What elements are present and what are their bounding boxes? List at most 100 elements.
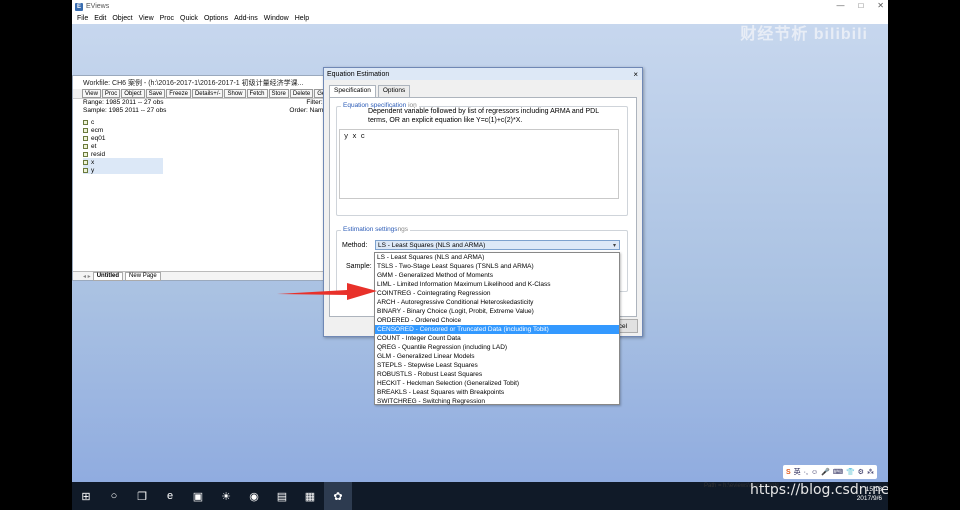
method-option-breakls[interactable]: BREAKLS - Least Squares with Breakpoints	[375, 388, 619, 397]
workfile-object-et[interactable]: et	[83, 142, 163, 150]
series-icon	[83, 135, 88, 141]
ime-tool-7-icon[interactable]: ⁂	[867, 468, 874, 476]
sogou-ime-icon[interactable]: S	[786, 469, 791, 476]
method-option-qreg[interactable]: QREG - Quantile Regression (including LA…	[375, 343, 619, 352]
ime-tool-1-icon[interactable]: ·,	[804, 469, 808, 476]
maximize-icon[interactable]: □	[858, 1, 863, 10]
workfile-object-x[interactable]: x	[83, 158, 163, 166]
page-tab-untitled[interactable]: Untitled	[92, 271, 124, 281]
method-select-value: LS - Least Squares (NLS and ARMA)	[378, 241, 486, 249]
toolbar-proc-button[interactable]: Proc	[101, 89, 121, 98]
app-icon-1[interactable]: ☀	[212, 482, 240, 510]
sample-text[interactable]: Sample: 1985 2011 -- 27 obs	[83, 107, 166, 115]
workfile-object-eq01[interactable]: eq01	[83, 134, 163, 142]
dialog-tabs: Specification Options	[324, 80, 642, 97]
file-explorer-icon[interactable]: ▤	[268, 482, 296, 510]
method-dropdown-list: LS - Least Squares (NLS and ARMA) TSLS - …	[374, 252, 620, 405]
method-option-arch[interactable]: ARCH - Autoregressive Conditional Hetero…	[375, 298, 619, 307]
method-option-count[interactable]: COUNT - Integer Count Data	[375, 334, 619, 343]
method-option-ordered[interactable]: ORDERED - Ordered Choice	[375, 316, 619, 325]
ime-tool-4-icon[interactable]: ⌨	[833, 468, 843, 476]
estimation-settings-label: Estimation settingsngs	[341, 226, 411, 233]
ime-tool-6-icon[interactable]: ⚙	[858, 468, 864, 476]
ime-tool-3-icon[interactable]: 🎤	[821, 468, 830, 476]
tab-specification[interactable]: Specification	[329, 85, 376, 97]
method-option-cointreg[interactable]: COINTREG - Cointegrating Regression	[375, 289, 619, 298]
bilibili-watermark: 财经节析 bilibili	[740, 26, 868, 43]
toolbar-object-button[interactable]: Object	[121, 89, 145, 98]
object-name: resid	[91, 150, 106, 158]
windows-start-icon[interactable]: ⊞	[72, 482, 100, 510]
workfile-object-y[interactable]: y	[83, 166, 163, 174]
menu-view[interactable]: View	[136, 15, 157, 22]
menu-window[interactable]: Window	[261, 15, 292, 22]
screen: E EViews — □ ✕ File Edit Object View Proc Qui…	[72, 0, 888, 510]
window-controls: — □ ✕	[836, 1, 884, 10]
toolbar-show-button[interactable]: Show	[224, 89, 246, 98]
workfile-title-bar[interactable]: Workfile: CH6 案例 - (h:\2016-2017-1\2016-…	[73, 76, 331, 89]
menu-quick[interactable]: Quick	[177, 15, 201, 22]
workfile-object-resid[interactable]: resid	[83, 150, 163, 158]
menu-file[interactable]: File	[74, 15, 91, 22]
ime-tool-0-icon[interactable]: 英	[794, 467, 801, 477]
ime-tool-5-icon[interactable]: 👕	[846, 468, 855, 476]
minimize-icon[interactable]: —	[836, 1, 844, 10]
method-option-robustls[interactable]: ROBUSTLS - Robust Least Squares	[375, 370, 619, 379]
app-icon-2[interactable]: ◉	[240, 482, 268, 510]
method-option-switchreg[interactable]: SWITCHREG - Switching Regression	[375, 397, 619, 406]
method-option-heckit[interactable]: HECKIT - Heckman Selection (Generalized …	[375, 379, 619, 388]
workfile-window[interactable]: Workfile: CH6 案例 - (h:\2016-2017-1\2016-…	[72, 75, 361, 281]
powerpoint-icon[interactable]: ▦	[296, 482, 324, 510]
method-option-ls[interactable]: LS - Least Squares (NLS and ARMA)	[375, 253, 619, 262]
series-icon	[83, 167, 88, 173]
toolbar-view-button[interactable]: View	[82, 89, 101, 98]
method-option-tsls[interactable]: TSLS - Two-Stage Least Squares (TSNLS an…	[375, 262, 619, 271]
menu-proc[interactable]: Proc	[157, 15, 177, 22]
chevron-down-icon[interactable]: ▾	[613, 242, 616, 249]
workfile-title: Workfile: CH6 案例 - (h:\2016-2017-1\2016-…	[83, 79, 304, 87]
method-option-gmm[interactable]: GMM - Generalized Method of Moments	[375, 271, 619, 280]
specification-description: Dependent variable followed by list of r…	[368, 108, 599, 124]
method-option-censored[interactable]: CENSORED - Censored or Truncated Data (i…	[375, 325, 619, 334]
ime-tool-2-icon[interactable]: ☺	[811, 469, 818, 476]
menu-options[interactable]: Options	[201, 15, 231, 22]
toolbar-delete-button[interactable]: Delete	[289, 89, 314, 98]
toolbar-freeze-button[interactable]: Freeze	[166, 89, 191, 98]
csdn-watermark: https://blog.csdn.net/weixin_44964850	[750, 482, 888, 498]
tab-options[interactable]: Options	[377, 85, 411, 97]
method-option-liml[interactable]: LIML - Limited Information Maximum Likel…	[375, 280, 619, 289]
method-select[interactable]: LS - Least Squares (NLS and ARMA) ▾	[375, 240, 620, 250]
workfile-object-c[interactable]: c	[83, 118, 163, 126]
page-nav-arrows-icon[interactable]: ◂ ▸	[83, 273, 91, 280]
dialog-close-icon[interactable]: ×	[633, 70, 638, 79]
object-name: ecm	[91, 126, 104, 134]
equation-specification-input[interactable]: y x c	[339, 129, 619, 199]
series-icon	[83, 119, 88, 125]
menu-edit[interactable]: Edit	[91, 15, 109, 22]
workfile-page-tabs: ◂ ▸ Untitled New Page	[73, 271, 331, 281]
task-view-icon[interactable]: ❐	[128, 482, 156, 510]
workfile-object-ecm[interactable]: ecm	[83, 126, 163, 134]
edge-icon[interactable]: e	[156, 482, 184, 510]
ime-toolbar: S 英 ·, ☺ 🎤 ⌨ 👕 ⚙ ⁂	[783, 465, 877, 479]
method-option-binary[interactable]: BINARY - Binary Choice (Logit, Probit, E…	[375, 307, 619, 316]
menu-addins[interactable]: Add-ins	[231, 15, 261, 22]
toolbar-save-button[interactable]: Save	[145, 89, 166, 98]
series-icon	[83, 151, 88, 157]
toolbar-fetch-button[interactable]: Fetch	[246, 89, 268, 98]
menu-object[interactable]: Object	[109, 15, 135, 22]
cortana-icon[interactable]: ○	[100, 482, 128, 510]
store-icon[interactable]: ▣	[184, 482, 212, 510]
method-option-glm[interactable]: GLM - Generalized Linear Models	[375, 352, 619, 361]
range-text[interactable]: Range: 1985 2011 -- 27 obs	[83, 99, 163, 107]
dialog-title-bar[interactable]: Equation Estimation ×	[324, 68, 642, 80]
toolbar-details-button[interactable]: Details+/-	[191, 89, 224, 98]
close-icon[interactable]: ✕	[877, 1, 884, 10]
method-option-stepls[interactable]: STEPLS - Stepwise Least Squares	[375, 361, 619, 370]
eviews-taskbar-icon[interactable]: ✿	[324, 482, 352, 510]
toolbar-store-button[interactable]: Store	[268, 89, 289, 98]
app-title: EViews	[86, 3, 110, 10]
page-tab-newpage[interactable]: New Page	[125, 271, 161, 281]
menu-help[interactable]: Help	[292, 15, 312, 22]
series-icon	[83, 143, 88, 149]
